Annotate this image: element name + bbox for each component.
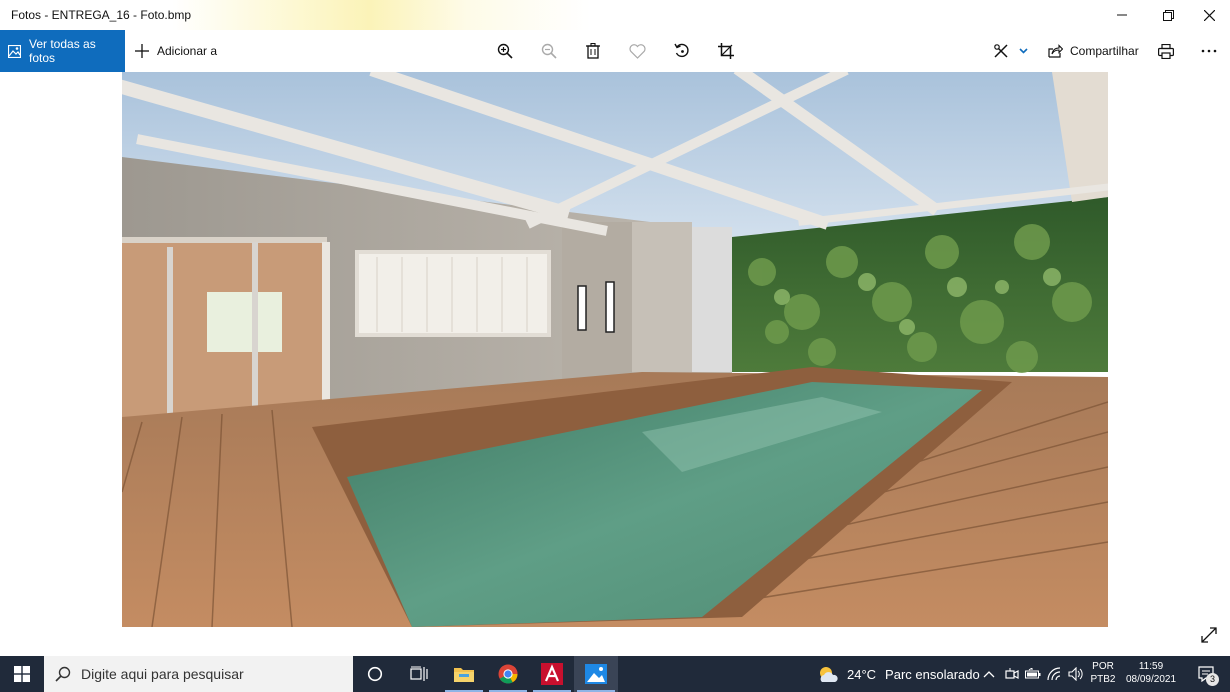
- notifications-button[interactable]: 3: [1188, 656, 1224, 692]
- add-to-button[interactable]: Adicionar a: [135, 30, 217, 72]
- share-icon: [1048, 44, 1063, 58]
- start-button[interactable]: [0, 656, 44, 692]
- meet-now-icon: [1005, 668, 1019, 679]
- file-explorer-button[interactable]: [442, 656, 486, 692]
- zoom-out-button[interactable]: [538, 40, 560, 62]
- photo-image[interactable]: [122, 72, 1108, 627]
- clock-button[interactable]: 11:59 08/09/2021: [1118, 660, 1184, 686]
- battery-icon: [1025, 668, 1041, 679]
- title-bar: Fotos - ENTREGA_16 - Foto.bmp: [0, 0, 1230, 30]
- chrome-button[interactable]: [486, 656, 530, 692]
- see-all-photos-label: Ver todas as fotos: [29, 37, 96, 65]
- add-to-label: Adicionar a: [157, 44, 218, 58]
- print-icon: [1158, 43, 1174, 59]
- battery-button[interactable]: [1023, 656, 1043, 692]
- notification-count-badge: 3: [1206, 673, 1219, 686]
- zoom-out-icon: [541, 43, 557, 59]
- photo-viewer[interactable]: [0, 72, 1230, 656]
- window-title: Fotos - ENTREGA_16 - Foto.bmp: [11, 8, 192, 22]
- chrome-icon: [498, 664, 518, 684]
- more-icon: [1201, 49, 1217, 53]
- autocad-icon: [541, 663, 563, 685]
- delete-button[interactable]: [582, 40, 604, 62]
- minimize-button[interactable]: [1099, 0, 1145, 30]
- weather-description: Parc ensolarado: [885, 666, 980, 682]
- windows-icon: [14, 666, 30, 682]
- expand-icon: [1201, 627, 1217, 643]
- edit-draw-icon: [994, 44, 1028, 58]
- volume-icon: [1068, 667, 1083, 681]
- taskbar: Digite aqui para pesquisar 24°C Parc ens…: [0, 656, 1230, 692]
- taskbar-search-box[interactable]: Digite aqui para pesquisar: [44, 656, 353, 692]
- expand-button[interactable]: [1198, 624, 1220, 646]
- plus-icon: [135, 44, 149, 58]
- partly-sunny-icon: [817, 665, 839, 683]
- show-hidden-icons-button[interactable]: [980, 656, 998, 692]
- photos-app-icon: [585, 664, 607, 684]
- wifi-button[interactable]: [1045, 656, 1065, 692]
- print-button[interactable]: [1155, 40, 1177, 62]
- zoom-in-button[interactable]: [494, 40, 516, 62]
- toolbar: Ver todas as fotos Adicionar a Compartil…: [0, 30, 1230, 72]
- weather-widget[interactable]: 24°C Parc ensolarado: [817, 656, 980, 692]
- search-icon: [55, 666, 71, 682]
- language-code: POR: [1092, 661, 1114, 672]
- photo-pool-deck: [122, 72, 1108, 627]
- keyboard-layout: PTB2: [1090, 674, 1116, 685]
- cortana-button[interactable]: [353, 656, 397, 692]
- input-language-button[interactable]: POR PTB2: [1090, 660, 1116, 686]
- meet-now-button[interactable]: [1002, 656, 1022, 692]
- search-placeholder: Digite aqui para pesquisar: [81, 666, 244, 682]
- photos-icon: [8, 44, 21, 58]
- minimize-icon: [1117, 14, 1127, 16]
- crop-button[interactable]: [715, 40, 737, 62]
- more-button[interactable]: [1198, 40, 1220, 62]
- delete-icon: [586, 43, 600, 59]
- folder-icon: [454, 668, 474, 682]
- task-view-icon: [410, 666, 428, 681]
- cortana-icon: [367, 666, 383, 682]
- wifi-icon: [1047, 667, 1061, 681]
- favorite-icon: [628, 43, 646, 59]
- edit-draw-button[interactable]: [992, 40, 1030, 62]
- restore-button[interactable]: [1145, 0, 1191, 30]
- share-label: Compartilhar: [1070, 44, 1139, 58]
- rotate-button[interactable]: [671, 40, 693, 62]
- share-button[interactable]: Compartilhar: [1048, 30, 1139, 72]
- zoom-in-icon: [497, 43, 513, 59]
- see-all-photos-button[interactable]: Ver todas as fotos: [0, 30, 125, 72]
- autocad-button[interactable]: [530, 656, 574, 692]
- clock-date: 08/09/2021: [1125, 674, 1177, 685]
- crop-icon: [718, 43, 734, 59]
- photos-taskbar-button[interactable]: [574, 656, 618, 692]
- chevron-up-icon: [983, 671, 995, 678]
- favorite-button[interactable]: [626, 40, 648, 62]
- rotate-icon: [674, 43, 689, 58]
- restore-icon: [1162, 9, 1174, 21]
- clock-time: 11:59: [1138, 661, 1164, 672]
- close-button[interactable]: [1186, 0, 1230, 30]
- close-icon: [1203, 9, 1215, 21]
- weather-temperature: 24°C: [847, 666, 877, 682]
- task-view-button[interactable]: [397, 656, 441, 692]
- photos-app-window: Fotos - ENTREGA_16 - Foto.bmp Ver todas …: [0, 0, 1230, 656]
- volume-button[interactable]: [1066, 656, 1086, 692]
